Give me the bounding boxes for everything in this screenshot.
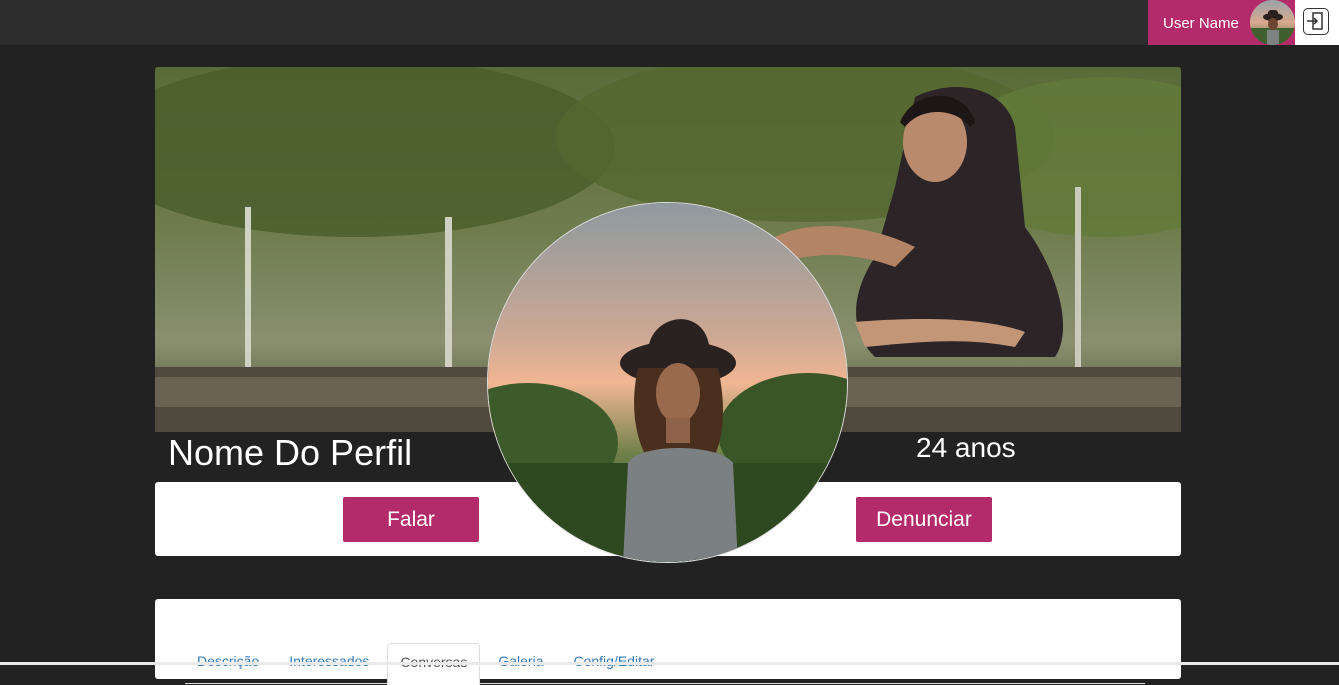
- talk-button[interactable]: Falar: [343, 497, 479, 542]
- top-navbar: [0, 0, 1339, 45]
- report-button[interactable]: Denunciar: [856, 497, 992, 542]
- logout-button[interactable]: [1303, 8, 1329, 35]
- user-avatar-icon[interactable]: [1250, 0, 1295, 45]
- user-name-label: User Name: [1163, 15, 1239, 32]
- profile-age: 24 anos: [916, 432, 1016, 463]
- profile-photo: [487, 202, 848, 563]
- tabs-panel: Descrição Interessados Conversas Galeria…: [155, 599, 1181, 685]
- logout-area: [1295, 0, 1339, 45]
- user-menu[interactable]: User Name: [1148, 0, 1295, 45]
- logout-icon: [1307, 12, 1323, 30]
- profile-name: Nome Do Perfil: [168, 432, 413, 473]
